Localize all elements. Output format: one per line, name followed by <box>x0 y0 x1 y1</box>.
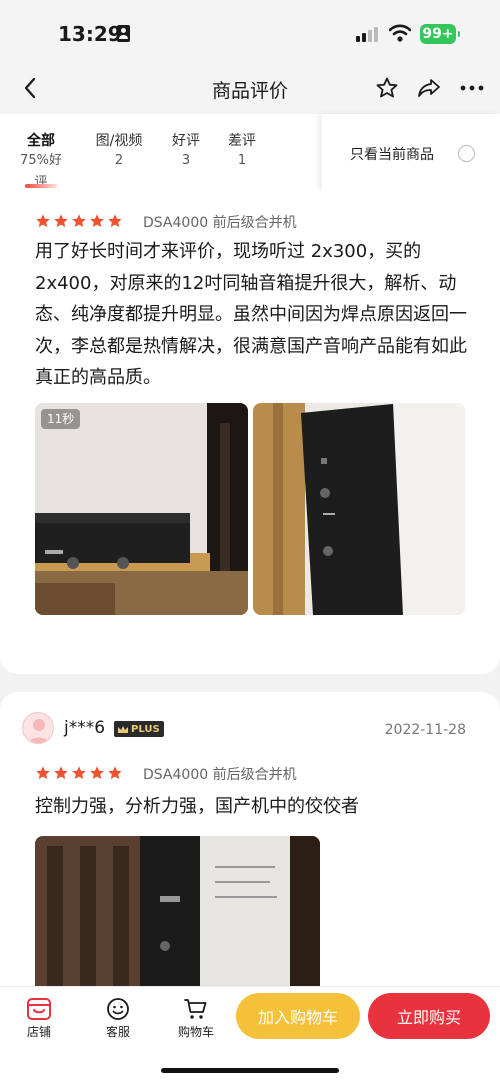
store-icon <box>27 998 51 1020</box>
status-bar: 13:29 99+ <box>0 0 500 62</box>
store-label: 店铺 <box>26 1025 51 1039</box>
share-icon <box>418 79 440 97</box>
more-icon <box>460 85 484 91</box>
service-label: 客服 <box>105 1025 130 1039</box>
battery-indicator: 99+ <box>420 24 460 44</box>
amplifier-photo <box>253 403 465 615</box>
star-outline-icon <box>376 77 398 98</box>
star-icon <box>54 766 68 779</box>
add-to-cart-button[interactable]: 加入购物车 <box>236 993 360 1039</box>
customer-service-button[interactable]: 客服 <box>96 997 140 1040</box>
more-button[interactable] <box>458 74 486 102</box>
rating-stars <box>35 213 123 229</box>
share-button[interactable] <box>415 74 443 102</box>
review-photo[interactable] <box>35 836 320 992</box>
star-icon <box>90 766 104 779</box>
tab-negative[interactable]: 差评 1 <box>222 132 262 172</box>
video-duration: 11秒 <box>41 409 81 429</box>
cart-button[interactable]: 购物车 <box>174 997 218 1040</box>
signal-icon <box>356 26 380 42</box>
plus-member-badge: PLUS <box>114 721 164 737</box>
active-tab-indicator <box>25 184 57 188</box>
review-video[interactable]: 11秒 <box>35 403 248 615</box>
plus-label: PLUS <box>131 723 160 735</box>
service-icon <box>107 998 129 1020</box>
review-text: 用了好长时间才来评价，现场听过 2x300，买的 2x400，对原来的12吋同轴… <box>35 241 467 388</box>
star-icon <box>72 766 86 779</box>
tab-count: 3 <box>181 153 191 168</box>
review-text: 控制力强，分析力强，国产机中的佼佼者 <box>35 796 359 817</box>
tab-label: 全部 <box>27 133 55 149</box>
tab-count: 2 <box>114 153 124 168</box>
tab-media[interactable]: 图/视频 2 <box>88 132 150 172</box>
star-icon <box>108 214 122 227</box>
filter-label: 只看当前商品 <box>350 147 434 163</box>
tab-label: 好评 <box>172 133 200 149</box>
star-icon <box>90 214 104 227</box>
wifi-icon <box>389 24 411 42</box>
product-variant: DSA4000 前后级合并机 <box>143 767 297 783</box>
filter-radio[interactable] <box>458 145 475 162</box>
id-card-icon <box>117 25 130 42</box>
amplifier-photo <box>35 836 320 992</box>
star-icon <box>108 766 122 779</box>
tab-count: 1 <box>237 153 247 168</box>
user-silhouette-icon <box>28 719 50 743</box>
current-product-filter[interactable]: 只看当前商品 <box>322 114 500 190</box>
review-date: 2022-11-28 <box>384 722 466 738</box>
review-card: DSA4000 前后级合并机 用了好长时间才来评价，现场听过 2x300，买的 … <box>0 190 500 845</box>
amplifier-photo <box>35 403 248 615</box>
tab-label: 差评 <box>228 133 256 149</box>
tab-positive[interactable]: 好评 3 <box>166 132 206 172</box>
store-button[interactable]: 店铺 <box>17 997 61 1040</box>
rating-stars <box>35 765 123 781</box>
review-card: j***6 PLUS 2022-11-28 DSA4000 前后级合并机 控制力… <box>0 692 500 992</box>
star-icon <box>54 214 68 227</box>
tab-label: 图/视频 <box>95 133 143 149</box>
favorite-button[interactable] <box>373 74 401 102</box>
cart-label: 购物车 <box>177 1025 214 1039</box>
review-photo[interactable] <box>253 403 465 615</box>
nav-bar: 商品评价 <box>0 62 500 114</box>
avatar[interactable] <box>22 712 54 744</box>
review-filter-tabs: 全部 75%好评 图/视频 2 好评 3 差评 1 <box>0 114 322 190</box>
star-icon <box>72 214 86 227</box>
crown-icon <box>118 725 128 733</box>
star-icon <box>36 214 50 227</box>
home-indicator <box>161 1068 339 1073</box>
buy-now-button[interactable]: 立即购买 <box>368 993 490 1039</box>
product-variant: DSA4000 前后级合并机 <box>143 215 297 231</box>
cart-icon <box>184 999 207 1019</box>
star-icon <box>36 766 50 779</box>
status-time: 13:29 <box>58 22 122 46</box>
username[interactable]: j***6 <box>64 718 105 738</box>
